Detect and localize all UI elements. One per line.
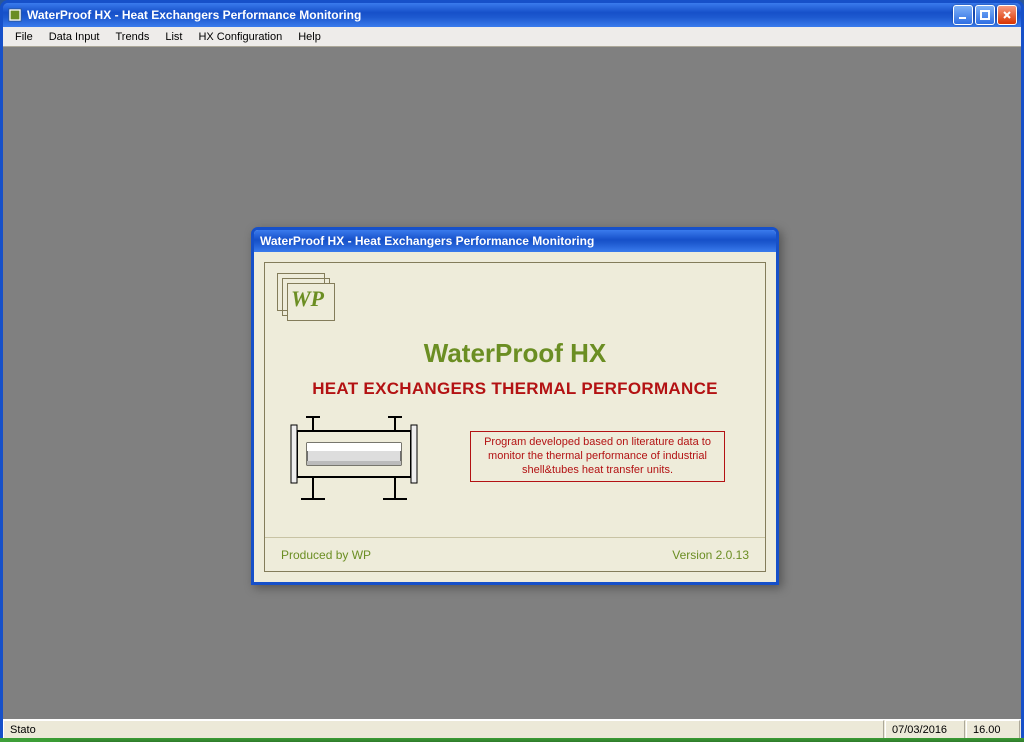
- client-area: WaterProof HX - Heat Exchangers Performa…: [3, 47, 1021, 719]
- menubar: File Data Input Trends List HX Configura…: [3, 27, 1021, 47]
- about-titlebar[interactable]: WaterProof HX - Heat Exchangers Performa…: [254, 230, 776, 252]
- minimize-button[interactable]: [953, 5, 973, 25]
- menu-data-input[interactable]: Data Input: [41, 29, 108, 45]
- product-name: WaterProof HX: [265, 338, 765, 369]
- menu-help[interactable]: Help: [290, 29, 329, 45]
- about-body: WP WaterProof HX HEAT EXCHANGERS THERMAL…: [264, 262, 766, 572]
- app-icon: [7, 7, 23, 23]
- product-description: Program developed based on literature da…: [470, 431, 725, 482]
- version-label: Version 2.0.13: [672, 548, 749, 562]
- menu-list[interactable]: List: [157, 29, 190, 45]
- status-time: 16.00: [966, 720, 1020, 739]
- about-dialog: WaterProof HX - Heat Exchangers Performa…: [251, 227, 779, 585]
- menu-file[interactable]: File: [7, 29, 41, 45]
- about-footer: Produced by WP Version 2.0.13: [265, 537, 765, 571]
- product-subtitle: HEAT EXCHANGERS THERMAL PERFORMANCE: [265, 379, 765, 399]
- heat-exchanger-icon: [279, 413, 429, 508]
- menu-trends[interactable]: Trends: [108, 29, 158, 45]
- main-window: WaterProof HX - Heat Exchangers Performa…: [0, 0, 1024, 742]
- status-text: Stato: [3, 720, 884, 739]
- close-button[interactable]: [997, 5, 1017, 25]
- wp-logo-text: WP: [291, 286, 324, 312]
- window-title: WaterProof HX - Heat Exchangers Performa…: [27, 8, 953, 22]
- wp-logo: WP: [277, 273, 337, 323]
- window-controls: [953, 5, 1017, 25]
- menu-hx-configuration[interactable]: HX Configuration: [190, 29, 290, 45]
- status-date: 07/03/2016: [885, 720, 965, 739]
- maximize-button[interactable]: [975, 5, 995, 25]
- status-bar: Stato 07/03/2016 16.00: [3, 719, 1021, 739]
- about-title: WaterProof HX - Heat Exchangers Performa…: [260, 234, 594, 248]
- produced-by-label: Produced by WP: [281, 548, 371, 562]
- titlebar[interactable]: WaterProof HX - Heat Exchangers Performa…: [3, 3, 1021, 27]
- taskbar[interactable]: [0, 738, 1024, 742]
